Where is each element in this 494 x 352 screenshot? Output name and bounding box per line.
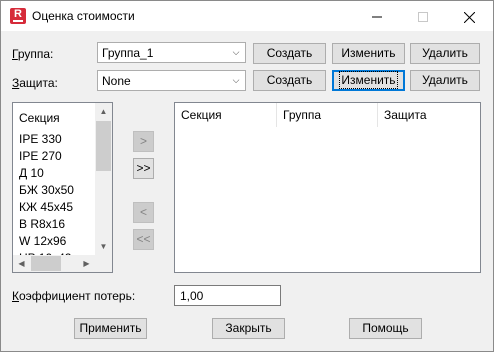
add-label: > — [139, 134, 147, 148]
loss-coefficient-label: Коэффициент потерь: — [12, 289, 135, 303]
apply-label: Применить — [79, 321, 142, 335]
protection-create-label: Создать — [266, 73, 313, 87]
help-label: Помощь — [362, 321, 409, 335]
loss-coefficient-label-text: Коэффициент потерь: — [12, 289, 136, 303]
protection-delete-button[interactable]: Удалить — [410, 70, 480, 91]
list-item[interactable]: B R8x16 — [19, 217, 65, 231]
list-item[interactable]: КЖ 45x45 — [19, 200, 73, 214]
protection-delete-label: Удалить — [422, 73, 468, 87]
apply-button[interactable]: Применить — [74, 318, 147, 339]
protection-select-value: None — [102, 74, 131, 88]
group-delete-label: Удалить — [422, 46, 468, 60]
protection-label: Защита: — [12, 76, 58, 90]
list-item[interactable]: IPE 330 — [19, 132, 62, 146]
chevron-down-icon: ⌵ — [232, 47, 240, 57]
scroll-left-icon[interactable]: ◀ — [13, 255, 30, 272]
close-window-button[interactable] — [446, 1, 492, 31]
scroll-up-icon[interactable]: ▲ — [95, 103, 112, 120]
sections-horizontal-scrollbar[interactable]: ◀ ▶ — [13, 255, 95, 272]
horizontal-scroll-thumb[interactable] — [31, 256, 61, 271]
list-item[interactable]: W 12x96 — [19, 234, 66, 248]
column-header-protection[interactable]: Защита — [378, 103, 480, 127]
remove-button[interactable]: < — [133, 202, 154, 223]
group-label: Группа: — [12, 47, 53, 61]
list-item[interactable]: IPE 270 — [19, 149, 62, 163]
maximize-button — [400, 1, 446, 31]
column-header-group[interactable]: Группа — [277, 103, 378, 127]
loss-coefficient-value: 1,00 — [180, 289, 204, 303]
group-select[interactable]: Группа_1 ⌵ — [97, 42, 246, 63]
remove-label: < — [139, 205, 147, 219]
scrollbar-corner — [95, 255, 112, 272]
protection-edit-label: Изменить — [339, 71, 398, 89]
loss-coefficient-input[interactable]: 1,00 — [174, 285, 281, 306]
list-item[interactable]: Д 10 — [19, 166, 44, 180]
help-button[interactable]: Помощь — [349, 318, 422, 339]
sections-list-header: Секция — [19, 111, 60, 125]
add-all-button[interactable]: >> — [133, 158, 154, 179]
remove-all-label: << — [136, 232, 151, 246]
minimize-icon — [372, 16, 382, 18]
app-logo-icon: R — [10, 8, 26, 24]
group-edit-button[interactable]: Изменить — [332, 43, 405, 64]
column-header-section[interactable]: Секция — [175, 103, 277, 127]
assigned-sections-table[interactable]: Секция Группа Защита — [174, 102, 481, 273]
sections-listbox[interactable]: Секция IPE 330 IPE 270 Д 10 БЖ 30x50 КЖ … — [12, 102, 113, 273]
remove-all-button[interactable]: << — [133, 229, 154, 250]
add-all-label: >> — [136, 161, 151, 175]
minimize-button[interactable] — [354, 1, 400, 31]
group-select-value: Группа_1 — [102, 46, 154, 60]
list-item[interactable]: БЖ 30x50 — [19, 183, 74, 197]
protection-edit-button[interactable]: Изменить — [332, 70, 405, 91]
close-icon — [463, 11, 475, 24]
close-label: Закрыть — [225, 321, 272, 335]
protection-select[interactable]: None ⌵ — [97, 70, 246, 91]
protection-create-button[interactable]: Создать — [253, 70, 326, 91]
group-delete-button[interactable]: Удалить — [410, 43, 480, 64]
group-create-label: Создать — [266, 46, 313, 60]
maximize-icon — [418, 12, 428, 23]
vertical-scroll-thumb[interactable] — [96, 121, 111, 171]
scroll-down-icon[interactable]: ▼ — [95, 238, 112, 255]
chevron-down-icon: ⌵ — [232, 75, 240, 85]
window-title: Оценка стоимости — [32, 9, 135, 23]
group-label-text: Группа: — [12, 47, 54, 61]
add-button[interactable]: > — [133, 131, 154, 152]
protection-label-text: Защита: — [12, 76, 58, 90]
group-create-button[interactable]: Создать — [253, 43, 326, 64]
scroll-right-icon[interactable]: ▶ — [78, 255, 95, 272]
close-button[interactable]: Закрыть — [212, 318, 285, 339]
sections-vertical-scrollbar[interactable]: ▲ ▼ — [95, 103, 112, 255]
title-bar: R Оценка стоимости — [1, 1, 493, 31]
group-edit-label: Изменить — [341, 46, 396, 60]
